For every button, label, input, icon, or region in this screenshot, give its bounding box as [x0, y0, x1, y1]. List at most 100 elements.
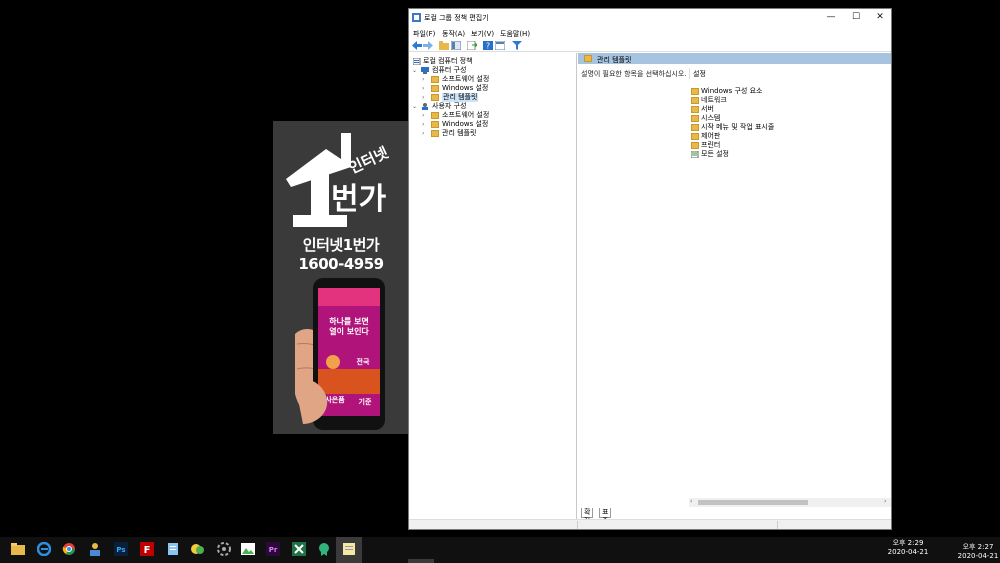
list-item-label: 서버: [701, 105, 714, 113]
column-header-setting[interactable]: 설정: [689, 68, 871, 79]
folder-icon: [691, 97, 699, 104]
chevron-right-icon[interactable]: ›: [422, 75, 424, 84]
help-icon[interactable]: ?: [483, 41, 493, 50]
ad-banner[interactable]: 인터넷 번가 인터넷1번가 1600-4959 하나를 보면 열이 보인다 전국…: [273, 121, 409, 434]
tab-standard[interactable]: 표준: [599, 508, 612, 525]
maximize-button[interactable]: ☐: [844, 10, 868, 25]
tree-label: 관리 템플릿: [442, 129, 477, 137]
list-item-label: 프린터: [701, 141, 721, 149]
screen-headline-1: 하나를 보면: [329, 316, 369, 326]
scroll-left-icon[interactable]: ‹: [690, 498, 692, 505]
desktop: 인터넷 번가 인터넷1번가 1600-4959 하나를 보면 열이 보인다 전국…: [0, 0, 1000, 563]
tree-label: 사용자 구성: [432, 102, 467, 110]
svg-text:Ps: Ps: [116, 546, 125, 554]
svg-text:F: F: [144, 545, 151, 556]
description-text: 설명이 필요한 항목을 선택하십시오.: [581, 70, 687, 78]
list-item-label: 시스템: [701, 114, 721, 122]
list-item-label: 제어판: [701, 132, 721, 140]
svg-text:Pr: Pr: [269, 546, 278, 554]
column-header-label: 설정: [693, 70, 706, 78]
toolbar: ?: [409, 39, 891, 52]
chevron-down-icon[interactable]: ⌄: [412, 102, 417, 111]
tree-label: Windows 설정: [442, 84, 489, 92]
taskbar: Ps F Pr 오후 2:29 2020-04-21 오후 2:27 2020-…: [0, 537, 1000, 563]
filezilla-icon[interactable]: F: [140, 542, 154, 556]
computer-icon: [421, 67, 429, 74]
folder-icon: [691, 142, 699, 149]
phone-illustration: 하나를 보면 열이 보인다 전국 사은품 기준: [295, 278, 385, 430]
title-bar[interactable]: 로컬 그룹 정책 편집기 — ☐ ✕: [409, 9, 891, 26]
content-header-title: 관리 템플릿: [597, 56, 632, 64]
badge-app-icon[interactable]: [317, 542, 331, 556]
chevron-down-icon[interactable]: ⌄: [412, 66, 417, 75]
menu-file[interactable]: 파일(F): [413, 29, 435, 39]
clock-2[interactable]: 오후 2:27 2020-04-21: [957, 543, 999, 561]
minimize-button[interactable]: —: [819, 10, 843, 25]
content-header: 관리 템플릿: [578, 53, 891, 64]
folder-icon: [431, 121, 439, 128]
chevron-right-icon[interactable]: ›: [422, 84, 424, 93]
status-divider: [577, 521, 578, 529]
clock-1-time: 오후 2:29: [892, 539, 924, 547]
up-folder-icon[interactable]: [439, 41, 449, 50]
policy-editor-icon: [412, 13, 421, 22]
group-policy-editor-window: 로컬 그룹 정책 편집기 — ☐ ✕ 파일(F) 동작(A) 보기(V) 도움말…: [408, 8, 892, 530]
forward-arrow-icon[interactable]: [423, 41, 433, 50]
menu-help[interactable]: 도움말(H): [500, 29, 530, 39]
status-bar: [409, 519, 891, 529]
banner-logo: 인터넷 번가: [286, 133, 391, 227]
content-pane: 관리 템플릿 설명이 필요한 항목을 선택하십시오. 설정 Windows 구성…: [578, 53, 891, 519]
menu-view[interactable]: 보기(V): [471, 29, 494, 39]
chevron-right-icon[interactable]: ›: [422, 129, 424, 138]
screen-headline-2: 열이 보인다: [329, 326, 369, 336]
tree-root-label: 로컬 컴퓨터 정책: [423, 57, 473, 65]
file-explorer-icon[interactable]: [11, 542, 25, 556]
svg-text:?: ?: [486, 42, 490, 51]
notes-app-icon[interactable]: [342, 542, 356, 556]
screen-text-5: 기준: [359, 397, 372, 406]
filter-icon[interactable]: [512, 41, 522, 50]
tree-label: 소프트웨어 설정: [442, 111, 490, 119]
menu-bar: 파일(F) 동작(A) 보기(V) 도움말(H): [409, 26, 891, 39]
close-button[interactable]: ✕: [868, 10, 892, 25]
internet-explorer-icon[interactable]: [37, 542, 51, 556]
photoshop-icon[interactable]: Ps: [114, 542, 128, 556]
chrome-icon[interactable]: [62, 542, 76, 556]
horizontal-scrollbar[interactable]: ‹ ›: [689, 498, 891, 507]
user-app-icon[interactable]: [88, 542, 102, 556]
list-item-label: 시작 메뉴 및 작업 표시줄: [701, 123, 775, 131]
tree-label: 컴퓨터 구성: [432, 66, 467, 74]
export-list-icon[interactable]: [467, 41, 477, 50]
notepad-app-icon[interactable]: [166, 542, 180, 556]
folder-icon: [431, 112, 439, 119]
messenger-app-icon[interactable]: [191, 542, 205, 556]
folder-icon: [691, 115, 699, 122]
show-hide-tree-icon[interactable]: [451, 41, 461, 50]
scroll-right-icon[interactable]: ›: [884, 498, 886, 505]
policy-document-icon: [413, 58, 421, 65]
scrollbar-thumb[interactable]: [698, 500, 808, 505]
list-item-label: 네트워크: [701, 96, 727, 104]
all-settings-icon: [691, 151, 699, 158]
folder-icon: [691, 88, 699, 95]
media-player-icon[interactable]: [217, 542, 231, 556]
premiere-icon[interactable]: Pr: [266, 542, 280, 556]
folder-icon: [691, 133, 699, 140]
folder-icon: [431, 85, 439, 92]
folder-icon: [431, 76, 439, 83]
chevron-right-icon[interactable]: ›: [422, 93, 424, 102]
tab-extended[interactable]: 확장: [581, 508, 594, 525]
user-icon: [422, 103, 428, 110]
spreadsheet-icon[interactable]: [292, 542, 306, 556]
properties-icon[interactable]: [495, 41, 505, 50]
folder-icon: [431, 94, 439, 101]
clock-1[interactable]: 오후 2:29 2020-04-21: [887, 539, 929, 557]
screen-text-4: 사은품: [325, 395, 345, 404]
image-viewer-icon[interactable]: [241, 542, 255, 556]
chevron-right-icon[interactable]: ›: [422, 111, 424, 120]
back-arrow-icon[interactable]: [412, 41, 422, 50]
menu-action[interactable]: 동작(A): [442, 29, 465, 39]
chevron-right-icon[interactable]: ›: [422, 120, 424, 129]
banner-brand: 인터넷1번가: [302, 236, 380, 254]
list-item-label: Windows 구성 요소: [701, 87, 763, 95]
